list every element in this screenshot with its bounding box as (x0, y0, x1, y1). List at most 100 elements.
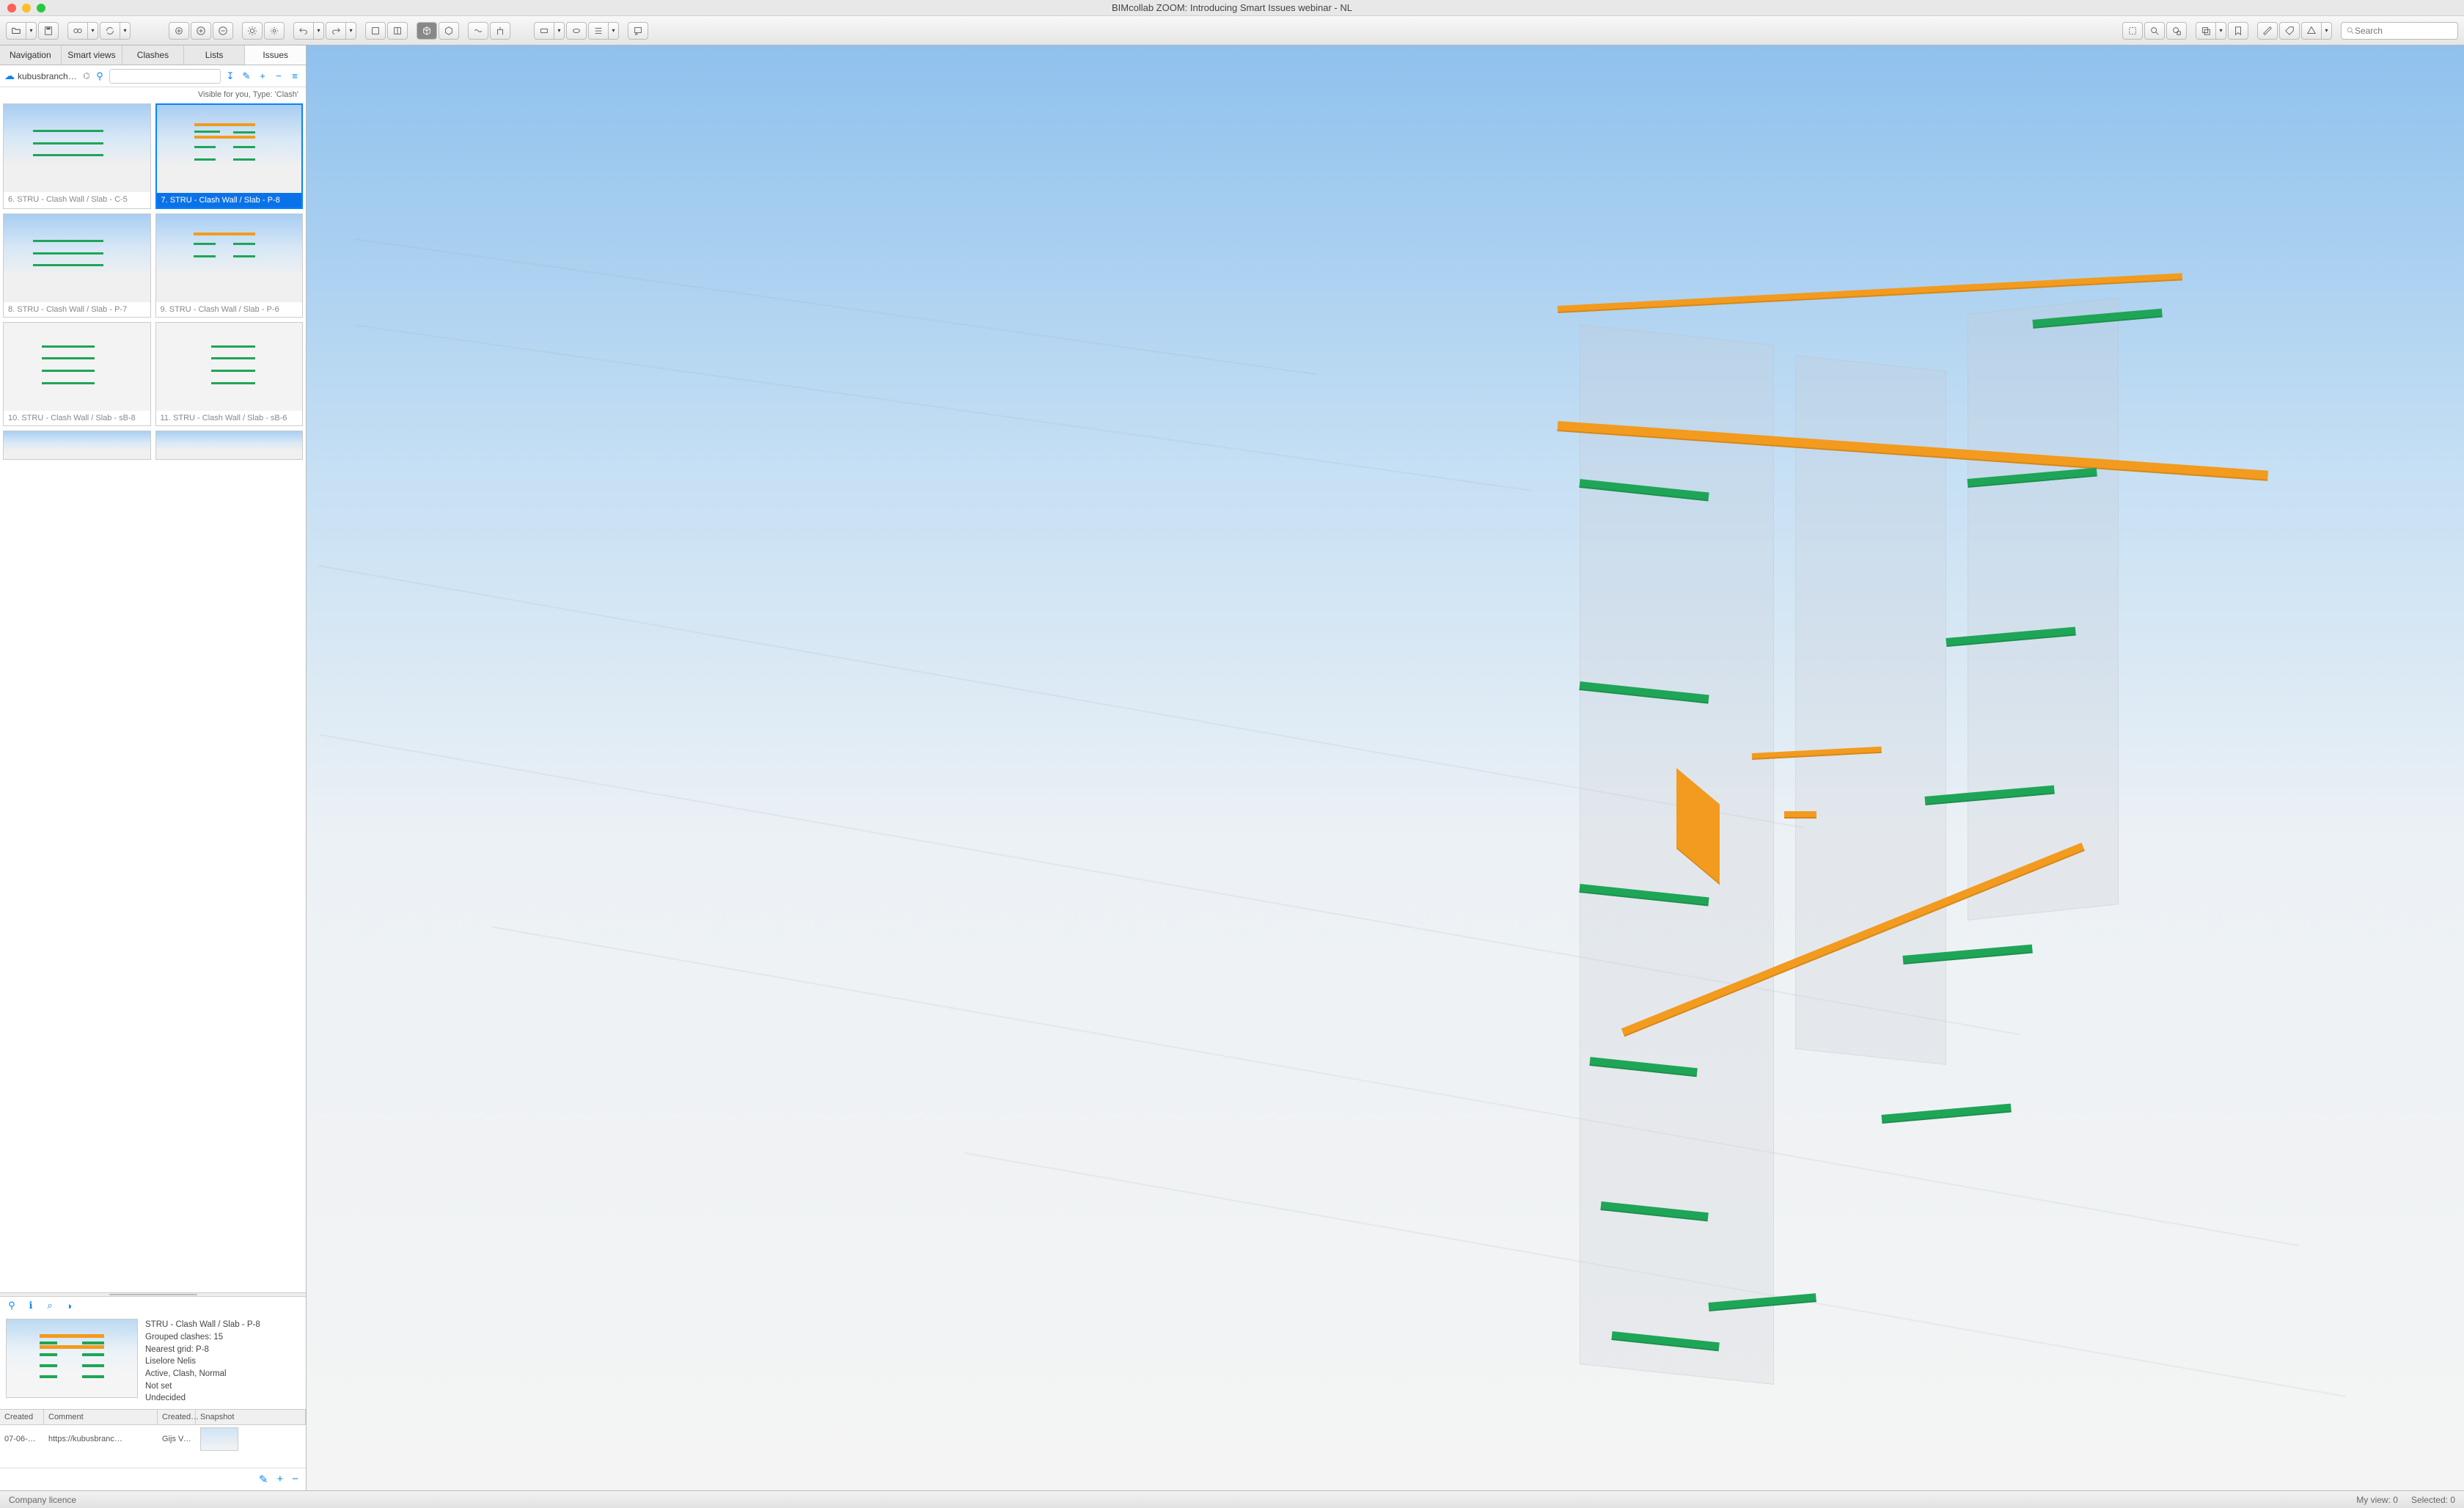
add-comment-icon[interactable]: + (276, 1473, 283, 1486)
detail-visibility-icon[interactable]: ◑ (63, 1300, 75, 1311)
link-button[interactable] (67, 22, 88, 40)
shape-dropdown[interactable]: ▾ (2322, 22, 2332, 40)
issue-card[interactable]: 6. STRU - Clash Wall / Slab - C-5 (3, 103, 151, 209)
edit-icon[interactable]: ✎ (240, 70, 253, 83)
issue-label: 8. STRU - Clash Wall / Slab - P-7 (4, 302, 150, 317)
issue-card[interactable]: 9. STRU - Clash Wall / Slab - P-6 (155, 213, 304, 318)
col-createdby[interactable]: Created… (158, 1410, 196, 1424)
remove-comment-icon[interactable]: − (292, 1473, 298, 1486)
filter-input[interactable] (109, 69, 221, 84)
copy-view-button[interactable] (2196, 22, 2216, 40)
levels-dropdown[interactable]: ▾ (609, 22, 619, 40)
zoom-select-button[interactable] (2166, 22, 2187, 40)
issue-grid[interactable]: 6. STRU - Clash Wall / Slab - C-5 (0, 100, 306, 1292)
tree-toggle-icon[interactable]: ⌬ (83, 71, 90, 81)
select-tool-button[interactable] (2122, 22, 2143, 40)
selected-count: Selected: 0 (2411, 1495, 2455, 1505)
display-mode-button[interactable] (534, 22, 554, 40)
search-box[interactable] (2341, 22, 2458, 40)
col-snapshot[interactable]: Snapshot (196, 1410, 306, 1424)
edit-comment-icon[interactable]: ✎ (259, 1473, 268, 1486)
light-button[interactable] (242, 22, 263, 40)
save-button[interactable] (38, 22, 59, 40)
close-window-icon[interactable] (7, 4, 16, 12)
bookmark-button[interactable] (2228, 22, 2248, 40)
shape-button[interactable] (2301, 22, 2322, 40)
redo-dropdown[interactable]: ▾ (346, 22, 356, 40)
issue-label: 9. STRU - Clash Wall / Slab - P-6 (156, 302, 303, 317)
settings-button[interactable] (264, 22, 285, 40)
section-x-button[interactable] (365, 22, 386, 40)
detail-user-icon[interactable]: ⌕ (44, 1300, 56, 1311)
issue-card[interactable] (3, 431, 151, 460)
section-y-button[interactable] (387, 22, 408, 40)
view-cube-button[interactable] (439, 22, 459, 40)
minimize-window-icon[interactable] (22, 4, 31, 12)
issue-thumbnail (156, 214, 303, 302)
tree-button[interactable] (490, 22, 510, 40)
view-3d-button[interactable] (417, 22, 437, 40)
zoom-in-button[interactable] (191, 22, 211, 40)
3d-viewport[interactable] (307, 45, 2464, 1490)
tag-button[interactable] (2279, 22, 2300, 40)
sync-button[interactable] (100, 22, 120, 40)
zoom-out-button[interactable] (213, 22, 233, 40)
tab-smart-views[interactable]: Smart views (62, 45, 123, 65)
comment-actions: ✎ + − (0, 1468, 306, 1490)
levels-button[interactable] (588, 22, 609, 40)
comment-row[interactable]: 07-06-2021 https://kubusbranc… Gijs Ver… (0, 1425, 306, 1453)
detail-zoom-icon[interactable]: ⚲ (6, 1300, 18, 1311)
link-dropdown[interactable]: ▾ (88, 22, 98, 40)
maximize-window-icon[interactable] (37, 4, 45, 12)
redo-button[interactable] (326, 22, 346, 40)
panel-tabs: Navigation Smart views Clashes Lists Iss… (0, 45, 306, 65)
sync-dropdown[interactable]: ▾ (120, 22, 131, 40)
filter-summary: Visible for you, Type: 'Clash' (0, 87, 306, 100)
tab-clashes[interactable]: Clashes (122, 45, 184, 65)
remove-issue-icon[interactable]: − (272, 70, 285, 83)
comment-author: Gijs Ver… (158, 1432, 196, 1446)
search-input[interactable] (2355, 26, 2453, 36)
tab-lists[interactable]: Lists (184, 45, 246, 65)
issue-card[interactable]: 8. STRU - Clash Wall / Slab - P-7 (3, 213, 151, 318)
tab-navigation[interactable]: Navigation (0, 45, 62, 65)
zoom-window-button[interactable] (2144, 22, 2165, 40)
display-mode-dropdown[interactable]: ▾ (554, 22, 565, 40)
main-toolbar: ▾ ▾ ▾ ▾ (0, 16, 2464, 45)
copy-view-dropdown[interactable]: ▾ (2216, 22, 2226, 40)
detail-thumbnail[interactable] (6, 1319, 138, 1398)
col-comment[interactable]: Comment (44, 1410, 158, 1424)
open-button[interactable] (6, 22, 26, 40)
detail-author: Liselore Nelis (145, 1355, 260, 1368)
detail-info-icon[interactable]: ℹ (25, 1300, 37, 1311)
licence-label: Company licence (9, 1495, 76, 1505)
fit-view-button[interactable] (169, 22, 189, 40)
window-title: BIMcollab ZOOM: Introducing Smart Issues… (1112, 2, 1352, 13)
comment-snapshot (196, 1425, 306, 1453)
issue-card[interactable]: 11. STRU - Clash Wall / Slab - sB-6 (155, 322, 304, 426)
add-issue-icon[interactable]: + (256, 70, 269, 83)
issue-label: 10. STRU - Clash Wall / Slab - sB-8 (4, 411, 150, 425)
tab-issues[interactable]: Issues (245, 45, 306, 65)
sort-icon[interactable]: ↧ (224, 70, 237, 83)
menu-icon[interactable]: ≡ (288, 70, 301, 83)
undo-dropdown[interactable]: ▾ (314, 22, 324, 40)
open-dropdown[interactable]: ▾ (26, 22, 37, 40)
col-created[interactable]: Created (0, 1410, 44, 1424)
detail-grid: Nearest grid: P-8 (145, 1344, 260, 1356)
filter-icon[interactable]: ⚲ (93, 70, 106, 83)
project-name[interactable]: kubusbranch01 - Introducing Smart Is… (18, 71, 80, 81)
issue-thumbnail (4, 214, 150, 302)
ellipse-button[interactable] (566, 22, 587, 40)
issue-thumbnail (4, 104, 150, 192)
clash-button[interactable] (468, 22, 488, 40)
undo-button[interactable] (293, 22, 314, 40)
detail-grouped: Grouped clashes: 15 (145, 1331, 260, 1344)
annotation-button[interactable] (628, 22, 648, 40)
detail-title: STRU - Clash Wall / Slab - P-8 (145, 1319, 260, 1331)
issue-card[interactable]: 7. STRU - Clash Wall / Slab - P-8 (155, 103, 304, 209)
detail-status: Active, Clash, Normal (145, 1368, 260, 1380)
issue-card[interactable]: 10. STRU - Clash Wall / Slab - sB-8 (3, 322, 151, 426)
measure-button[interactable] (2257, 22, 2278, 40)
issue-card[interactable] (155, 431, 304, 460)
